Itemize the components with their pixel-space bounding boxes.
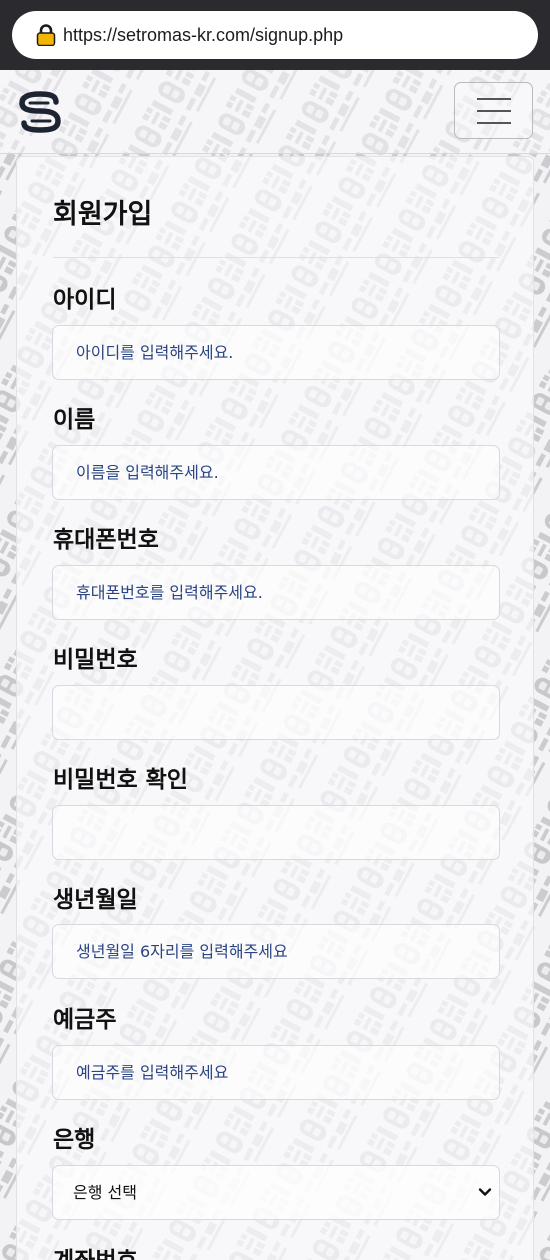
menu-toggle-button[interactable] xyxy=(454,82,533,139)
browser-toolbar: https://setromas-kr.com/signup.php xyxy=(0,0,550,70)
password-input[interactable] xyxy=(52,685,500,740)
url-text: https://setromas-kr.com/signup.php xyxy=(63,25,344,45)
signup-form: 회원가입 아이디 이름 휴대폰번호 비밀번호 비밀번호 확인 생년월일 예금주 … xyxy=(16,156,534,1260)
password-confirm-input[interactable] xyxy=(52,805,500,860)
chevron-down-icon xyxy=(478,1188,492,1196)
bank-select-value: 은행 선택 xyxy=(73,1183,137,1202)
label-name: 이름 xyxy=(53,407,96,433)
page: 회원가입 아이디 이름 휴대폰번호 비밀번호 비밀번호 확인 생년월일 예금주 … xyxy=(0,70,550,1260)
label-password: 비밀번호 xyxy=(53,647,138,673)
hamburger-icon xyxy=(477,98,511,100)
lock-icon xyxy=(36,24,56,46)
label-account-holder: 예금주 xyxy=(53,1007,117,1033)
label-account-number: 계좌번호 xyxy=(53,1246,138,1260)
label-bank: 은행 xyxy=(53,1127,96,1153)
name-input[interactable] xyxy=(52,445,500,500)
label-birthdate: 생년월일 xyxy=(53,887,138,913)
userid-input[interactable] xyxy=(52,325,500,380)
phone-input[interactable] xyxy=(52,565,500,620)
birthdate-input[interactable] xyxy=(52,924,500,979)
bank-select[interactable]: 은행 선택 xyxy=(52,1165,500,1220)
label-phone: 휴대폰번호 xyxy=(53,527,159,553)
address-bar[interactable]: https://setromas-kr.com/signup.php xyxy=(12,11,538,59)
label-password-confirm: 비밀번호 확인 xyxy=(53,767,188,793)
logo-icon[interactable] xyxy=(16,90,64,134)
divider xyxy=(53,257,499,258)
page-title: 회원가입 xyxy=(53,199,153,230)
site-navbar xyxy=(0,70,550,154)
account-holder-input[interactable] xyxy=(52,1045,500,1100)
label-userid: 아이디 xyxy=(53,287,117,313)
